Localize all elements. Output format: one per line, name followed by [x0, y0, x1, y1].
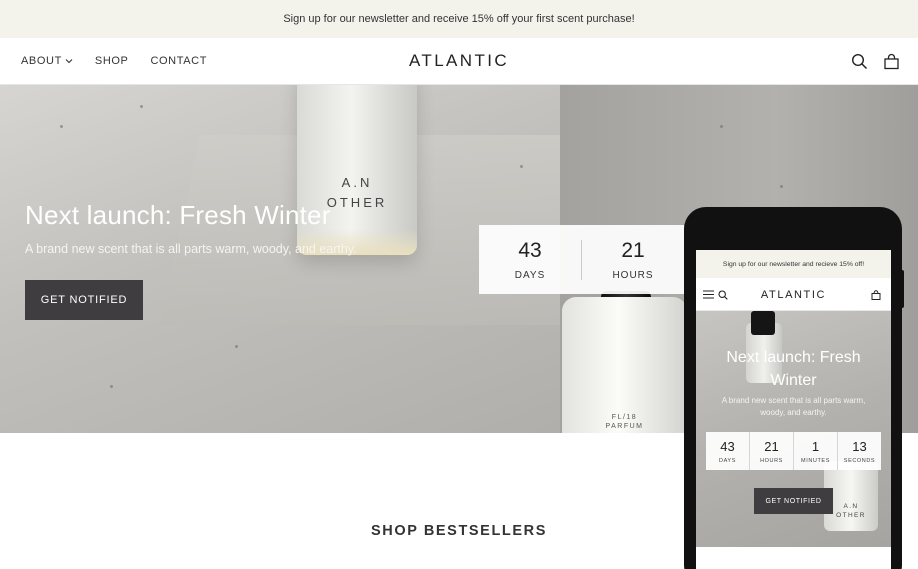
stone-speck [140, 105, 143, 108]
countdown-label: HOURS [760, 457, 783, 464]
mobile-hero: A.N OTHER Next launch: Fresh Winter A br… [696, 311, 891, 547]
countdown-timer: 43 DAYS 21 HOURS [479, 225, 684, 294]
site-logo[interactable]: ATLANTIC [409, 51, 509, 71]
stone-speck [60, 125, 63, 128]
cart-icon[interactable] [871, 289, 881, 300]
mobile-announcement-bar[interactable]: Sign up for our newsletter and recieve 1… [696, 250, 891, 278]
phone-screen: Sign up for our newsletter and recieve 1… [696, 250, 891, 569]
countdown-value: 21 [621, 238, 645, 262]
stone-speck [110, 385, 113, 388]
nav-item-about[interactable]: ABOUT [21, 55, 73, 67]
stone-speck [720, 125, 723, 128]
countdown-hours: 21 HOURS [582, 225, 684, 294]
hero-subtitle: A brand new scent that is all parts warm… [25, 242, 357, 256]
countdown-value: 43 [518, 238, 542, 262]
countdown-value: 1 [811, 438, 820, 454]
chevron-down-icon [65, 59, 73, 64]
countdown-label: SECONDS [843, 457, 876, 464]
header-actions [850, 38, 900, 84]
nav-item-label: CONTACT [150, 55, 208, 67]
site-header: ABOUT SHOP CONTACT ATLANTIC [0, 38, 918, 85]
announcement-bar[interactable]: Sign up for our newsletter and receive 1… [0, 0, 918, 38]
countdown-label: HOURS [612, 269, 654, 281]
nav-item-label: SHOP [94, 55, 129, 67]
countdown-label: DAYS [719, 457, 736, 464]
stone-speck [235, 345, 238, 348]
countdown-days: 43 DAYS [479, 225, 581, 294]
get-notified-button[interactable]: GET NOTIFIED [25, 280, 143, 320]
cart-icon[interactable] [882, 52, 900, 70]
mobile-announcement-text: Sign up for our newsletter and recieve 1… [722, 260, 865, 268]
mobile-countdown-hours: 21 HOURS [750, 432, 794, 470]
countdown-value: 13 [852, 438, 867, 454]
mobile-countdown-timer: 43 DAYS 21 HOURS 1 MINUTES 13 SECONDS [706, 432, 881, 470]
nav-item-label: ABOUT [21, 55, 62, 67]
mobile-hero-subtitle: A brand new scent that is all parts warm… [721, 396, 866, 417]
stone-speck [520, 165, 523, 168]
stone-speck [780, 185, 783, 188]
nav-item-contact[interactable]: CONTACT [150, 55, 207, 67]
search-icon[interactable] [850, 52, 868, 70]
page: Sign up for our newsletter and receive 1… [0, 0, 918, 569]
bottle-label-line: A.N [341, 175, 373, 190]
countdown-value: 43 [720, 438, 735, 454]
mobile-bottle-cap [751, 311, 775, 335]
announcement-text: Sign up for our newsletter and receive 1… [283, 13, 635, 25]
nav-item-shop[interactable]: SHOP [95, 55, 129, 67]
mobile-get-notified-button[interactable]: GET NOTIFIED [754, 488, 833, 514]
mobile-countdown-seconds: 13 SECONDS [838, 432, 881, 470]
main-nav: ABOUT SHOP CONTACT [21, 38, 229, 84]
bottle-label-2: FL/18 PARFUM [562, 413, 687, 431]
hero-title: Next launch: Fresh Winter [25, 200, 331, 230]
mobile-countdown-days: 43 DAYS [706, 432, 750, 470]
countdown-value: 21 [764, 438, 779, 454]
mobile-cart-wrap [871, 278, 881, 311]
mobile-header: ATLANTIC [696, 278, 891, 311]
bottle-label-line: FL/18 [611, 414, 638, 421]
mobile-logo[interactable]: ATLANTIC [696, 278, 891, 311]
countdown-label: DAYS [514, 269, 546, 281]
bottle-label-line: PARFUM [605, 423, 644, 430]
phone-side-button [899, 270, 904, 308]
countdown-label: MINUTES [801, 457, 830, 464]
mobile-countdown-minutes: 1 MINUTES [794, 432, 838, 470]
mobile-hero-title: Next launch: Fresh Winter [726, 349, 861, 389]
